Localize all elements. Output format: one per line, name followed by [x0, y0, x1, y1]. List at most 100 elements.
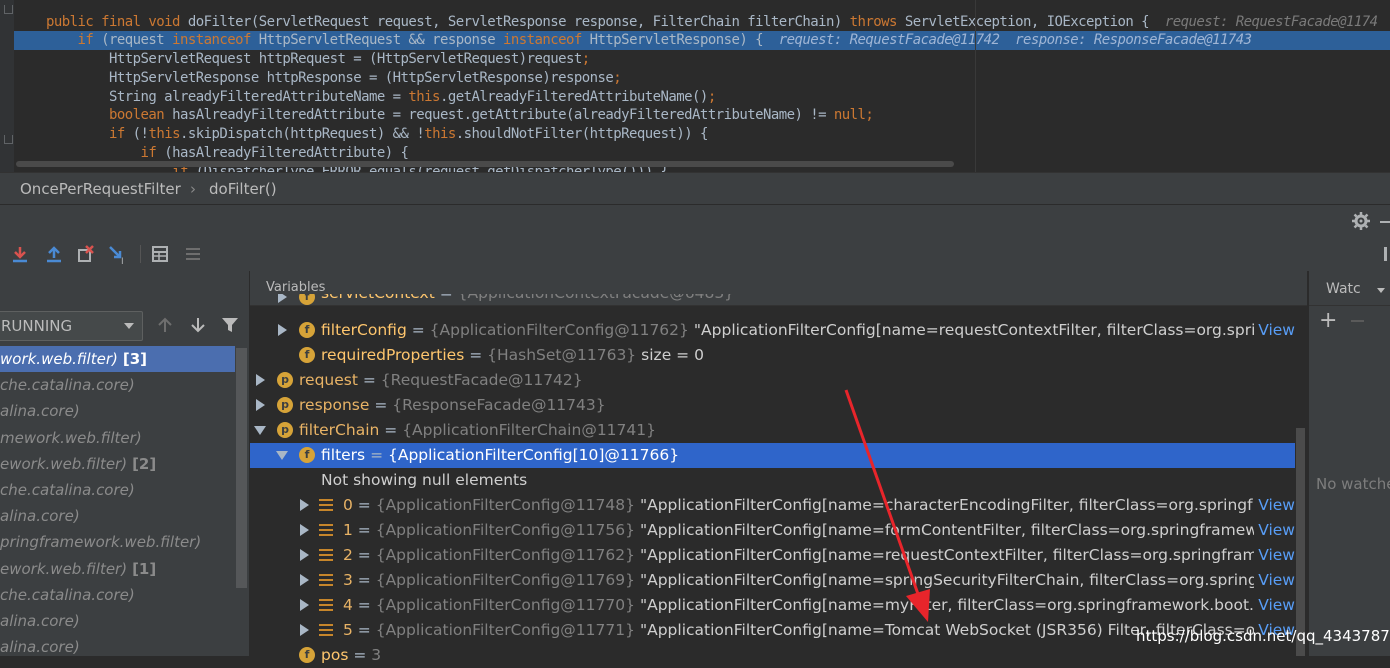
code-line[interactable]: HttpServletRequest httpRequest = (HttpSe… — [14, 50, 590, 69]
variable-row[interactable]: 4 = {ApplicationFilterConfig@11770} "Appl… — [250, 593, 1295, 618]
variable-row[interactable]: 0 = {ApplicationFilterConfig@11748} "Appl… — [250, 493, 1295, 518]
collapse-arrow-icon[interactable] — [254, 426, 266, 435]
evaluate-expression-icon[interactable] — [150, 244, 170, 264]
editor-horizontal-scrollbar[interactable] — [16, 161, 954, 167]
expand-arrow-icon[interactable] — [278, 294, 287, 303]
stack-frame[interactable]: ework.web.filter) [1] — [0, 556, 235, 582]
variable-row[interactable]: f filters = {ApplicationFilterConfig[10]@… — [250, 443, 1295, 468]
view-link[interactable]: View — [1254, 593, 1295, 618]
code-line[interactable]: HttpServletResponse httpResponse = (Http… — [14, 69, 622, 88]
variable-row[interactable]: p response = {ResponseFacade@11743} — [250, 393, 1295, 418]
expand-arrow-icon[interactable] — [278, 324, 287, 336]
watches-tab[interactable]: Watc — [1326, 281, 1361, 297]
expand-arrow-icon[interactable] — [300, 574, 309, 586]
stack-frame[interactable]: che.catalina.core) — [0, 477, 235, 503]
expand-arrow-icon[interactable] — [300, 599, 309, 611]
variable-row[interactable]: p filterChain = {ApplicationFilterChain@1… — [250, 418, 1295, 443]
field-icon: f — [299, 647, 315, 663]
stack-frame[interactable]: alina.core) — [0, 608, 235, 634]
code-line[interactable]: if (request instanceof HttpServletReques… — [14, 31, 1390, 50]
stack-frame[interactable]: che.catalina.core) — [0, 372, 235, 398]
remove-watch-icon[interactable] — [1351, 320, 1364, 322]
run-to-cursor-icon[interactable]: I — [108, 244, 128, 264]
equals-sign: = — [352, 596, 376, 614]
variable-row[interactable]: 2 = {ApplicationFilterConfig@11762} "Appl… — [250, 543, 1295, 568]
arrow-down-icon[interactable] — [189, 316, 207, 334]
variable-name: filters — [321, 446, 366, 464]
step-out-icon[interactable] — [44, 244, 64, 264]
expand-arrow-icon[interactable] — [256, 374, 265, 386]
variable-string-value: "ApplicationFilterConfig[name=characterE… — [639, 496, 1295, 514]
expand-arrow-icon[interactable] — [300, 524, 309, 536]
stack-frame[interactable]: ework.web.filter) [2] — [0, 451, 235, 477]
add-watch-icon[interactable]: + — [1319, 310, 1337, 332]
variable-value: {ApplicationContextFacade@6483} — [458, 294, 734, 302]
view-link[interactable]: View — [1254, 543, 1295, 568]
code-line[interactable]: boolean hasAlreadyFilteredAttribute = re… — [14, 106, 874, 125]
chevron-down-icon[interactable] — [1377, 288, 1385, 293]
frames-scrollbar[interactable] — [236, 348, 247, 588]
fold-marker-icon[interactable] — [4, 135, 13, 144]
variable-row[interactable]: f filterConfig = {ApplicationFilterConfig… — [250, 318, 1295, 343]
stack-frame[interactable]: work.web.filter) [3] — [0, 346, 235, 372]
gear-icon[interactable] — [1352, 212, 1370, 230]
more-actions-icon[interactable] — [1384, 247, 1390, 261]
code-line[interactable]: String alreadyFilteredAttributeName = th… — [14, 88, 716, 107]
drop-frame-icon[interactable] — [76, 244, 96, 264]
variable-value: {ApplicationFilterConfig@11771} — [375, 621, 635, 639]
stack-frame[interactable]: mework.web.filter) — [0, 425, 235, 451]
field-icon: f — [299, 294, 315, 305]
expand-arrow-icon[interactable] — [300, 499, 309, 511]
code-editor[interactable]: public final void doFilter(ServletReques… — [0, 0, 1390, 172]
code-token: doFilter(ServletRequest request, Servlet… — [187, 14, 850, 30]
variable-row[interactable]: p request = {RequestFacade@11742} — [250, 368, 1295, 393]
equals-sign: = — [464, 346, 488, 364]
step-into-icon[interactable] — [10, 244, 30, 264]
fold-marker-icon[interactable] — [4, 5, 13, 14]
expand-arrow-icon[interactable] — [300, 549, 309, 561]
code-line[interactable]: public final void doFilter(ServletReques… — [14, 13, 1378, 32]
variable-row[interactable]: f requiredProperties = {HashSet@11763} siz… — [250, 343, 1295, 368]
view-link[interactable]: View — [1254, 318, 1295, 343]
variable-row[interactable]: 3 = {ApplicationFilterConfig@11769} "Appl… — [250, 568, 1295, 593]
view-link[interactable]: View — [1254, 493, 1295, 518]
code-token: .shouldNotFilter(httpRequest)) { — [455, 126, 709, 142]
code-token: ServletException, IOException { — [904, 14, 1165, 30]
minimize-icon[interactable] — [1380, 221, 1390, 223]
arrow-up-icon[interactable] — [156, 316, 174, 334]
field-icon: f — [299, 347, 315, 363]
variable-row[interactable]: f servletContext = {ApplicationContextFac… — [250, 294, 1295, 312]
code-token: throws — [849, 14, 905, 30]
variables-scrollbar[interactable] — [1296, 428, 1305, 656]
view-link[interactable]: View — [1254, 568, 1295, 593]
collapse-arrow-icon[interactable] — [276, 451, 288, 460]
filter-icon[interactable] — [221, 316, 239, 334]
null-elements-note[interactable]: Not showing null elements — [250, 468, 1295, 493]
variable-row[interactable]: 1 = {ApplicationFilterConfig@11756} "Appl… — [250, 518, 1295, 543]
variable-value: {ApplicationFilterConfig@11748} — [375, 496, 635, 514]
stack-frame[interactable]: alina.core) — [0, 634, 235, 660]
variable-content: requiredProperties = {HashSet@11763} size… — [321, 343, 704, 368]
code-token: String alreadyFilteredAttributeName = — [46, 89, 409, 105]
stack-frame[interactable]: pringframework.web.filter) — [0, 529, 235, 555]
variable-name: 5 — [343, 621, 353, 639]
view-link[interactable]: View — [1254, 518, 1295, 543]
code-token: .getAlreadyFilteredAttributeName() — [439, 89, 708, 105]
stack-frame[interactable]: alina.core) — [0, 398, 235, 424]
code-line[interactable]: if (!this.skipDispatch(httpRequest) && !… — [14, 125, 708, 144]
variable-value: {ResponseFacade@11743} — [392, 396, 606, 414]
thread-selector[interactable]: RUNNING — [0, 311, 143, 341]
equals-sign: = — [435, 294, 458, 302]
field-icon: f — [299, 447, 315, 463]
equals-sign: = — [348, 646, 372, 664]
expand-arrow-icon[interactable] — [256, 399, 265, 411]
breadcrumb-method[interactable]: doFilter() — [209, 173, 277, 205]
variable-value: {ApplicationFilterConfig@11756} — [375, 521, 635, 539]
stack-frame[interactable]: alina.core) — [0, 503, 235, 529]
trace-stream-icon[interactable] — [183, 244, 203, 264]
chevron-down-icon — [124, 323, 134, 329]
expand-arrow-icon[interactable] — [300, 624, 309, 636]
breadcrumb-class[interactable]: OncePerRequestFilter — [20, 173, 181, 205]
code-token: this — [148, 126, 180, 142]
stack-frame[interactable]: che.catalina.core) — [0, 582, 235, 608]
